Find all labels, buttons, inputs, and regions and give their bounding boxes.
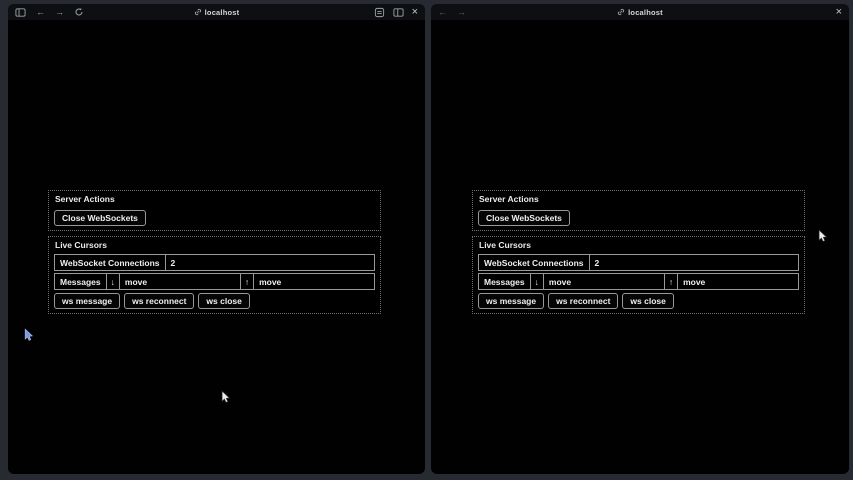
arrow-up-icon: ↑	[665, 274, 678, 289]
arrow-up-icon: ↑	[241, 274, 254, 289]
arrow-down-icon: ↓	[531, 274, 544, 289]
page-content: Server Actions Close WebSockets Live Cur…	[48, 190, 381, 319]
split-view-icon[interactable]	[393, 7, 404, 18]
ws-close-button[interactable]: ws close	[198, 293, 249, 309]
connections-row: WebSocket Connections 2	[54, 254, 375, 271]
titlebar-right-controls: ×	[374, 7, 418, 18]
titlebar-left-controls: ← →	[15, 7, 84, 18]
back-icon[interactable]: ←	[36, 8, 45, 17]
websocket-buttons-row: ws message ws reconnect ws close	[54, 293, 375, 309]
forward-icon[interactable]: →	[55, 8, 64, 17]
messages-row: Messages ↓ move ↑ move	[54, 273, 375, 290]
websocket-buttons-row: ws message ws reconnect ws close	[478, 293, 799, 309]
connections-label: WebSocket Connections	[55, 255, 166, 270]
sidebar-toggle-icon[interactable]	[15, 7, 26, 18]
ws-reconnect-button[interactable]: ws reconnect	[124, 293, 194, 309]
titlebar-title: localhost	[205, 8, 240, 17]
reader-icon[interactable]	[374, 7, 385, 18]
live-cursors-legend: Live Cursors	[55, 240, 375, 250]
sent-message-value: move	[254, 274, 374, 289]
page-content: Server Actions Close WebSockets Live Cur…	[472, 190, 805, 319]
close-websockets-button[interactable]: Close WebSockets	[54, 210, 146, 226]
ws-close-button[interactable]: ws close	[622, 293, 673, 309]
connections-row: WebSocket Connections 2	[478, 254, 799, 271]
server-actions-legend: Server Actions	[55, 194, 375, 204]
back-icon[interactable]: ←	[438, 8, 447, 17]
messages-row: Messages ↓ move ↑ move	[478, 273, 799, 290]
server-actions-fieldset: Server Actions Close WebSockets	[48, 190, 381, 231]
connections-count: 2	[590, 255, 799, 270]
ws-reconnect-button[interactable]: ws reconnect	[548, 293, 618, 309]
browser-window-left: ← → localhost	[8, 4, 425, 474]
ws-message-button[interactable]: ws message	[478, 293, 544, 309]
close-icon[interactable]: ×	[412, 7, 418, 18]
titlebar-right-controls: ×	[836, 7, 842, 18]
titlebar-title: localhost	[628, 8, 663, 17]
received-message-value: move	[544, 274, 665, 289]
server-actions-fieldset: Server Actions Close WebSockets	[472, 190, 805, 231]
url-display: localhost	[431, 4, 849, 20]
connections-label: WebSocket Connections	[479, 255, 590, 270]
refresh-icon[interactable]	[74, 7, 84, 17]
titlebar: ← → localhost ×	[431, 4, 849, 20]
ws-message-button[interactable]: ws message	[54, 293, 120, 309]
sent-message-value: move	[678, 274, 798, 289]
live-cursors-legend: Live Cursors	[479, 240, 799, 250]
arrow-down-icon: ↓	[107, 274, 120, 289]
received-message-value: move	[120, 274, 241, 289]
close-icon[interactable]: ×	[836, 7, 842, 18]
connections-count: 2	[166, 255, 375, 270]
forward-icon[interactable]: →	[457, 8, 466, 17]
titlebar: ← → localhost	[8, 4, 425, 20]
browser-window-right: ← → localhost × Server Actions Close Web…	[431, 4, 849, 474]
close-websockets-button[interactable]: Close WebSockets	[478, 210, 570, 226]
link-icon	[194, 8, 202, 16]
server-actions-legend: Server Actions	[479, 194, 799, 204]
titlebar-left-controls: ← →	[438, 8, 466, 17]
live-cursors-fieldset: Live Cursors WebSocket Connections 2 Mes…	[48, 236, 381, 314]
messages-label: Messages	[55, 274, 107, 289]
live-cursors-fieldset: Live Cursors WebSocket Connections 2 Mes…	[472, 236, 805, 314]
link-icon	[617, 8, 625, 16]
messages-label: Messages	[479, 274, 531, 289]
